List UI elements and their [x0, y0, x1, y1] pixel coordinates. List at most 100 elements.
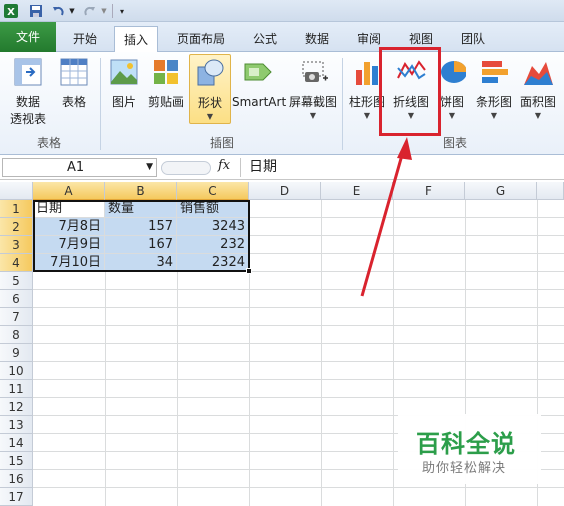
shapes-button[interactable]: 形状 ▼: [189, 54, 231, 124]
row-header[interactable]: 10: [0, 362, 33, 380]
row-header[interactable]: 11: [0, 380, 33, 398]
watermark-subtitle: 助你轻松解决: [422, 461, 507, 476]
gridline: [33, 343, 564, 344]
group-charts-label: 图表: [442, 136, 467, 150]
column-header-a[interactable]: A: [33, 182, 105, 200]
clipart-button[interactable]: 剪贴画: [144, 56, 188, 111]
column-header-b[interactable]: B: [105, 182, 177, 200]
formula-input[interactable]: 日期: [240, 158, 562, 177]
bar-chart-icon: [478, 56, 510, 88]
gridline: [33, 361, 564, 362]
row-header[interactable]: 6: [0, 290, 33, 308]
smartart-button[interactable]: SmartArt: [232, 56, 286, 111]
name-box-dropdown-icon[interactable]: ▼: [146, 159, 153, 176]
clipart-label: 剪贴画: [147, 95, 184, 109]
group-illustrations-label: 插图: [209, 136, 234, 150]
gridline: [33, 379, 564, 380]
screenshot-label: 屏幕截图: [288, 95, 337, 109]
pivot-table-button[interactable]: 数据 透视表: [4, 56, 52, 128]
redo-dropdown-icon[interactable]: ▼: [100, 2, 108, 20]
column-header-e[interactable]: E: [321, 182, 393, 200]
smartart-icon: [243, 56, 275, 88]
formula-bar-expand-handle[interactable]: [161, 161, 211, 175]
name-box-value: A1: [67, 160, 85, 175]
tab-insert[interactable]: 插入: [114, 26, 158, 53]
smartart-label: SmartArt: [232, 95, 287, 109]
screenshot-dropdown-icon: ▼: [309, 111, 317, 120]
tab-home[interactable]: 开始: [62, 26, 108, 52]
gridline: [33, 397, 564, 398]
name-box[interactable]: A1 ▼: [2, 158, 157, 177]
gridline: [33, 307, 564, 308]
watermark-title: 百科全说: [416, 430, 516, 458]
save-icon[interactable]: [28, 2, 44, 20]
row-header[interactable]: 16: [0, 470, 33, 488]
gridline: [33, 289, 564, 290]
row-header[interactable]: 8: [0, 326, 33, 344]
ribbon-tabs: 文件 开始 插入 页面布局 公式 数据 审阅 视图 团队: [0, 22, 564, 53]
area-chart-button[interactable]: 面积图 ▼: [518, 56, 558, 121]
bar-chart-button[interactable]: 条形图 ▼: [472, 56, 516, 121]
redo-icon[interactable]: [82, 2, 98, 20]
excel-logo-icon[interactable]: X: [2, 2, 20, 20]
column-header-d[interactable]: D: [249, 182, 321, 200]
tab-page-layout[interactable]: 页面布局: [168, 26, 234, 52]
shapes-icon: [194, 57, 226, 89]
picture-button[interactable]: 图片: [104, 56, 144, 111]
clipart-icon: [150, 56, 182, 88]
row-header[interactable]: 15: [0, 452, 33, 470]
tab-file[interactable]: 文件: [0, 22, 56, 52]
tab-team[interactable]: 团队: [452, 26, 494, 52]
pivot-table-icon: [12, 56, 44, 88]
select-all-corner[interactable]: [0, 182, 33, 200]
row-header[interactable]: 13: [0, 416, 33, 434]
fill-handle[interactable]: [246, 268, 252, 274]
row-header[interactable]: 2: [0, 218, 33, 236]
shapes-dropdown-icon: ▼: [206, 112, 214, 121]
excel-window: X ▼ ▼ ▾ 文件 开始 插入 页面布局 公式 数据 审阅 视图 团队 数据 …: [0, 0, 564, 506]
fx-icon[interactable]: fx: [218, 158, 230, 173]
bar-chart-dropdown-icon: ▼: [490, 111, 498, 120]
customize-qat-icon[interactable]: ▾: [117, 2, 127, 20]
tab-data[interactable]: 数据: [296, 26, 338, 52]
bar-chart-label: 条形图: [475, 95, 512, 109]
row-header[interactable]: 1: [0, 200, 33, 218]
row-header[interactable]: 4: [0, 254, 33, 272]
row-header[interactable]: 3: [0, 236, 33, 254]
row-header[interactable]: 7: [0, 308, 33, 326]
shapes-label: 形状: [197, 96, 222, 110]
gridline: [33, 325, 564, 326]
table-icon: [58, 56, 90, 88]
pivot-label-1: 数据: [15, 95, 40, 109]
watermark: 百科全说 助你轻松解决: [398, 414, 541, 484]
area-chart-label: 面积图: [519, 95, 556, 109]
pie-chart-icon: [438, 56, 467, 88]
area-chart-icon: [522, 56, 554, 88]
area-chart-dropdown-icon: ▼: [534, 111, 542, 120]
column-header-g[interactable]: G: [465, 182, 537, 200]
group-separator: [342, 58, 343, 150]
table-button[interactable]: 表格: [54, 56, 94, 111]
highlight-box: [379, 47, 441, 136]
row-header[interactable]: 17: [0, 488, 33, 506]
gridline: [393, 200, 394, 506]
column-header-h[interactable]: [537, 182, 564, 200]
group-separator: [100, 58, 101, 150]
qat-separator: [112, 4, 113, 18]
row-header[interactable]: 9: [0, 344, 33, 362]
row-header[interactable]: 14: [0, 434, 33, 452]
row-header[interactable]: 12: [0, 398, 33, 416]
column-header-f[interactable]: F: [393, 182, 465, 200]
tab-formulas[interactable]: 公式: [242, 26, 288, 52]
group-tables-label: 表格: [36, 136, 61, 150]
quick-access-toolbar: X ▼ ▼ ▾: [0, 0, 564, 22]
picture-label: 图片: [111, 95, 136, 109]
table-label: 表格: [61, 95, 86, 109]
screenshot-icon: [297, 56, 329, 88]
undo-dropdown-icon[interactable]: ▼: [68, 2, 76, 20]
row-header[interactable]: 5: [0, 272, 33, 290]
column-header-c[interactable]: C: [177, 182, 249, 200]
screenshot-button[interactable]: 屏幕截图 ▼: [287, 56, 339, 121]
selection-range-border: [33, 200, 250, 272]
undo-icon[interactable]: [50, 2, 66, 20]
